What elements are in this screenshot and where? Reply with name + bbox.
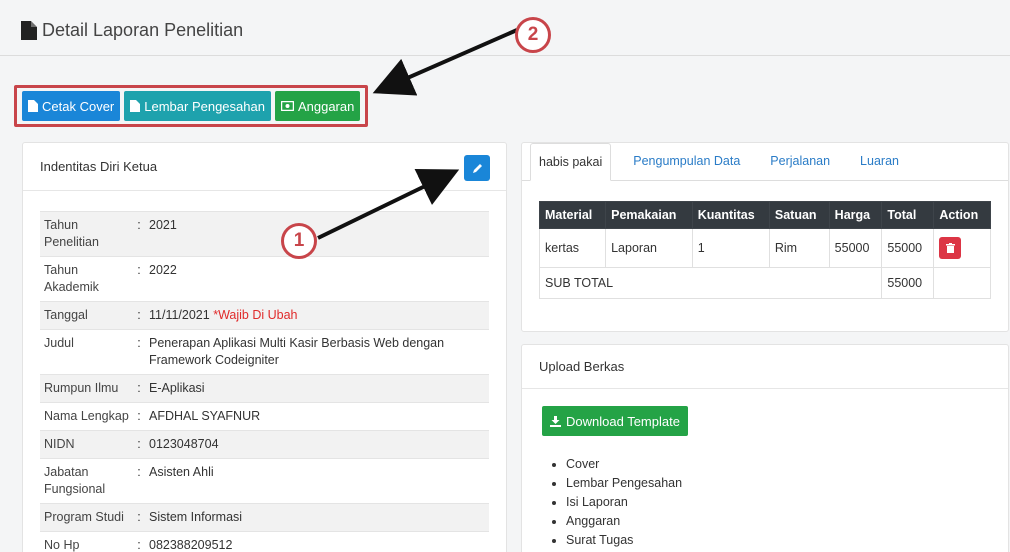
arrow-to-edit (317, 168, 460, 240)
annotation-arrows (317, 28, 518, 240)
arrow-to-buttons (372, 28, 518, 96)
callout-one: 1 (281, 223, 317, 259)
callout-two: 2 (515, 17, 551, 53)
